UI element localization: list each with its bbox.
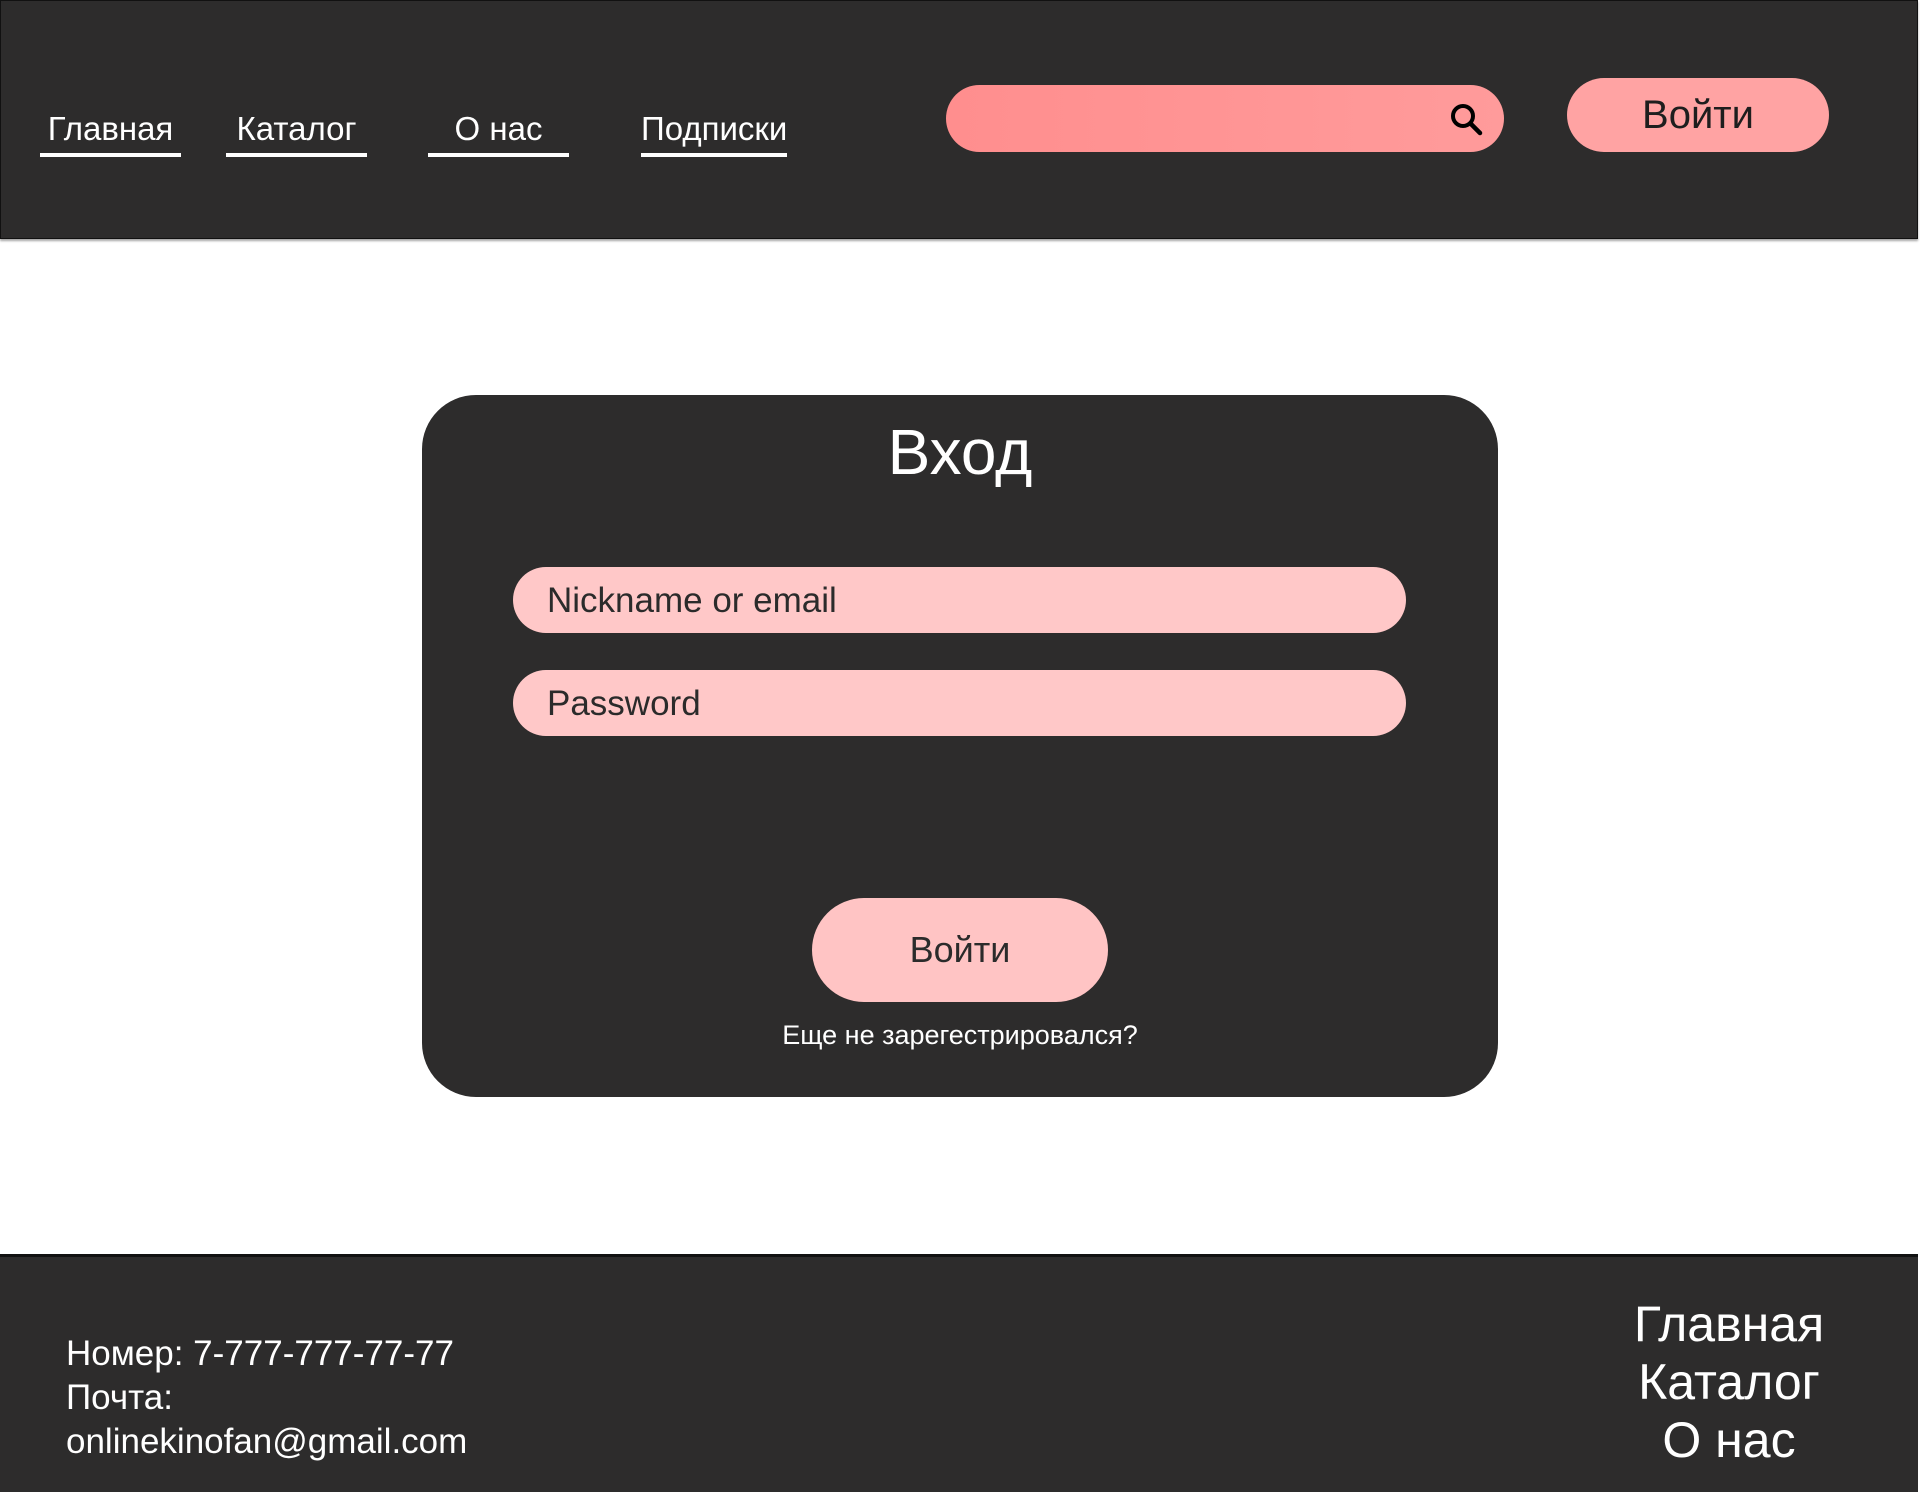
- login-title: Вход: [887, 416, 1033, 488]
- login-submit-button[interactable]: Войти: [812, 898, 1108, 1002]
- nav-link-subscriptions[interactable]: Подписки: [641, 107, 787, 157]
- header-login-button[interactable]: Войти: [1567, 78, 1829, 152]
- username-field-wrapper: [513, 567, 1406, 635]
- register-link[interactable]: Еще не зарегестрировался?: [422, 1020, 1498, 1051]
- footer-nav-home[interactable]: Главная: [1614, 1295, 1844, 1353]
- username-input[interactable]: [545, 567, 1379, 635]
- login-card: Вход Войти Еще не зарегестрировался?: [422, 395, 1498, 1097]
- search-bar: [946, 85, 1504, 154]
- nav-link-catalog[interactable]: Каталог: [226, 107, 367, 157]
- footer-phone: Номер: 7-777-777-77-77: [66, 1334, 454, 1373]
- nav-link-about[interactable]: О нас: [428, 107, 569, 157]
- search-input[interactable]: [974, 85, 1448, 154]
- search-icon[interactable]: [1448, 101, 1484, 137]
- footer-contact: Номер: 7-777-777-77-77 Почта: onlinekino…: [66, 1332, 467, 1464]
- footer-nav-about[interactable]: О нас: [1614, 1411, 1844, 1469]
- password-field-wrapper: [513, 670, 1406, 738]
- nav-link-home[interactable]: Главная: [40, 107, 181, 157]
- site-footer: Номер: 7-777-777-77-77 Почта: onlinekino…: [0, 1254, 1918, 1492]
- footer-nav-catalog[interactable]: Каталог: [1614, 1353, 1844, 1411]
- page: Главная Каталог О нас Подписки Войти Вхо…: [0, 0, 1920, 1492]
- site-header: Главная Каталог О нас Подписки Войти: [0, 0, 1918, 239]
- footer-nav: Главная Каталог О нас: [1614, 1295, 1844, 1469]
- footer-mail: onlinekinofan@gmail.com: [66, 1422, 468, 1461]
- footer-mail-label: Почта:: [66, 1378, 173, 1417]
- password-input[interactable]: [545, 670, 1379, 738]
